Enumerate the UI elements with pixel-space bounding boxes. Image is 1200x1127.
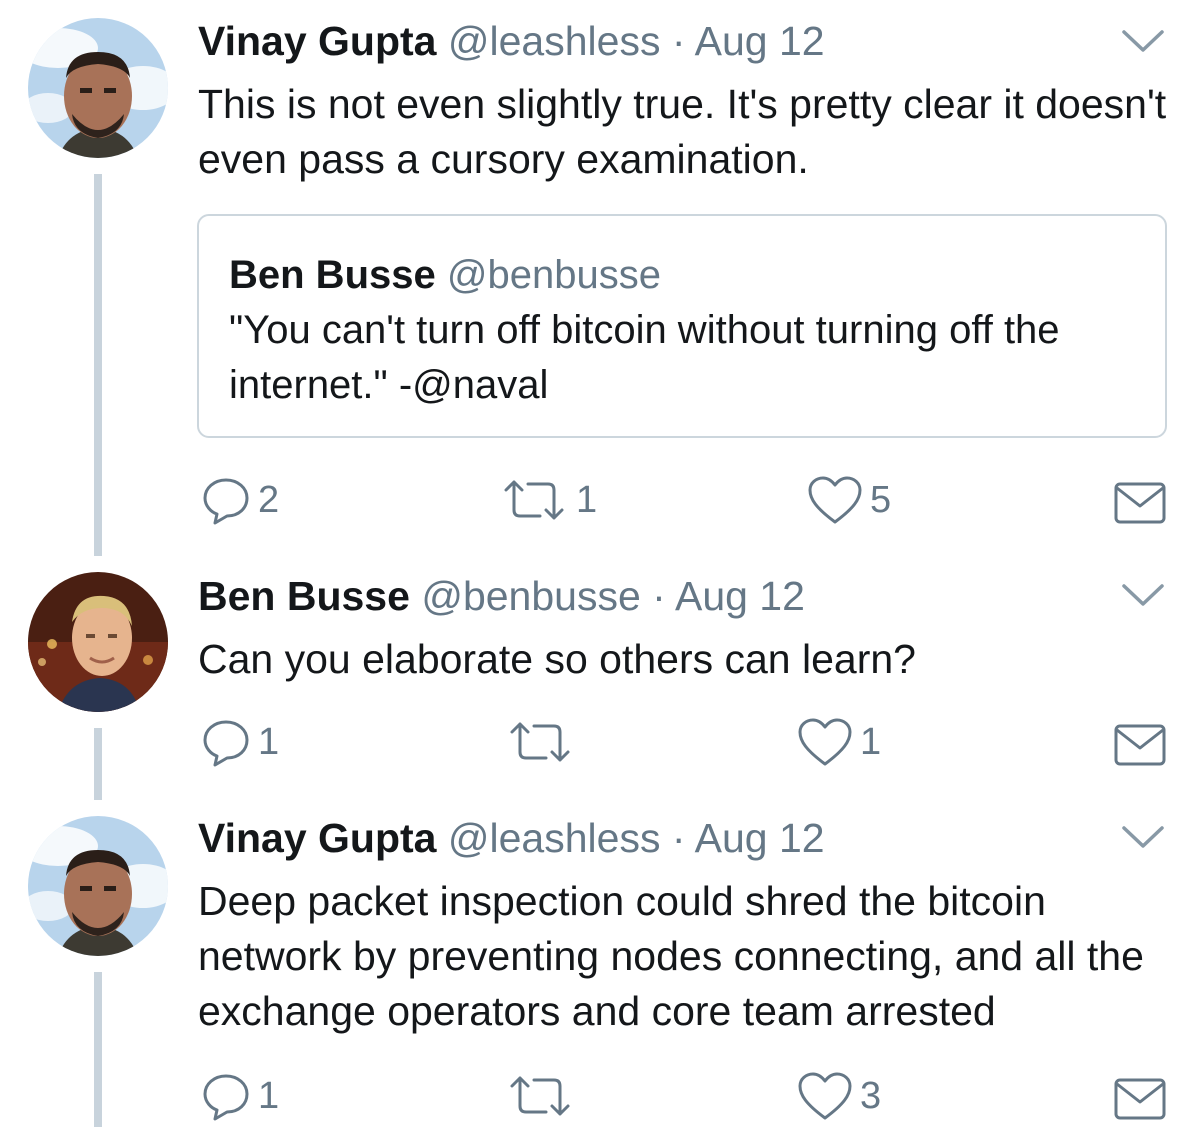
quoted-tweet[interactable]: Ben Busse @benbusse "You can't turn off … [197, 214, 1167, 438]
direct-message-button[interactable] [1112, 1070, 1168, 1126]
tweet-date[interactable]: Aug 12 [695, 815, 825, 861]
retweet-icon [498, 474, 570, 526]
reply-icon [200, 474, 252, 526]
retweet-button[interactable]: 1 [498, 472, 597, 528]
user-handle[interactable]: @leashless [448, 815, 661, 861]
quoted-user-handle: @benbusse [446, 253, 661, 297]
reply-count: 2 [258, 479, 280, 521]
envelope-icon [1112, 718, 1168, 770]
envelope-icon [1112, 476, 1168, 528]
separator: · [671, 815, 686, 861]
tweet-1[interactable]: Vinay Gupta @leashless · Aug 12 This is … [0, 0, 1200, 560]
chevron-down-icon[interactable] [1120, 822, 1166, 852]
thread-line [94, 728, 102, 800]
like-count: 3 [860, 1075, 882, 1117]
reply-button[interactable]: 1 [200, 1068, 279, 1124]
like-button[interactable]: 3 [796, 1068, 881, 1124]
reply-icon [200, 1070, 252, 1122]
quoted-tweet-text: "You can't turn off bitcoin without turn… [229, 308, 1060, 407]
reply-button[interactable]: 2 [200, 472, 279, 528]
chevron-down-icon[interactable] [1120, 26, 1166, 56]
tweet-text: Deep packet inspection could shred the b… [198, 878, 1144, 1034]
avatar-vinay-gupta[interactable] [28, 816, 168, 956]
retweet-count: 1 [576, 479, 598, 521]
retweet-icon [504, 716, 576, 768]
display-name[interactable]: Vinay Gupta [198, 815, 436, 861]
thread-line [94, 972, 102, 1127]
thread-line [94, 174, 102, 556]
like-button[interactable]: 5 [806, 472, 891, 528]
direct-message-button[interactable] [1112, 716, 1168, 772]
tweet-2[interactable]: Ben Busse @benbusse · Aug 12 Can you ela… [0, 560, 1200, 800]
heart-icon [806, 474, 864, 526]
tweet-header: Vinay Gupta @leashless · Aug 12 [198, 814, 825, 862]
heart-icon [796, 1070, 854, 1122]
separator: · [671, 18, 686, 64]
tweet-date[interactable]: Aug 12 [675, 573, 805, 619]
user-handle[interactable]: @leashless [448, 18, 661, 64]
envelope-icon [1112, 1072, 1168, 1124]
like-button[interactable]: 1 [796, 714, 881, 770]
like-count: 5 [870, 479, 892, 521]
retweet-button[interactable] [504, 714, 582, 770]
direct-message-button[interactable] [1112, 474, 1168, 530]
tweet-date[interactable]: Aug 12 [695, 18, 825, 64]
reply-button[interactable]: 1 [200, 714, 279, 770]
retweet-button[interactable] [504, 1068, 582, 1124]
tweet-text: Can you elaborate so others can learn? [198, 636, 916, 682]
tweet-text: This is not even slightly true. It's pre… [198, 81, 1167, 182]
display-name[interactable]: Ben Busse [198, 573, 410, 619]
user-handle[interactable]: @benbusse [421, 573, 640, 619]
tweet-3[interactable]: Vinay Gupta @leashless · Aug 12 Deep pac… [0, 800, 1200, 1127]
avatar-vinay-gupta[interactable] [28, 18, 168, 158]
quoted-tweet-header: Ben Busse @benbusse [229, 251, 661, 299]
heart-icon [796, 716, 854, 768]
reply-icon [200, 716, 252, 768]
chevron-down-icon[interactable] [1120, 580, 1166, 610]
display-name[interactable]: Vinay Gupta [198, 18, 436, 64]
tweet-header: Ben Busse @benbusse · Aug 12 [198, 572, 805, 620]
quoted-display-name: Ben Busse [229, 253, 436, 297]
reply-count: 1 [258, 721, 280, 763]
reply-count: 1 [258, 1075, 280, 1117]
tweet-header: Vinay Gupta @leashless · Aug 12 [198, 17, 825, 65]
avatar-ben-busse[interactable] [28, 572, 168, 712]
retweet-icon [504, 1070, 576, 1122]
separator: · [652, 573, 666, 619]
like-count: 1 [860, 721, 882, 763]
